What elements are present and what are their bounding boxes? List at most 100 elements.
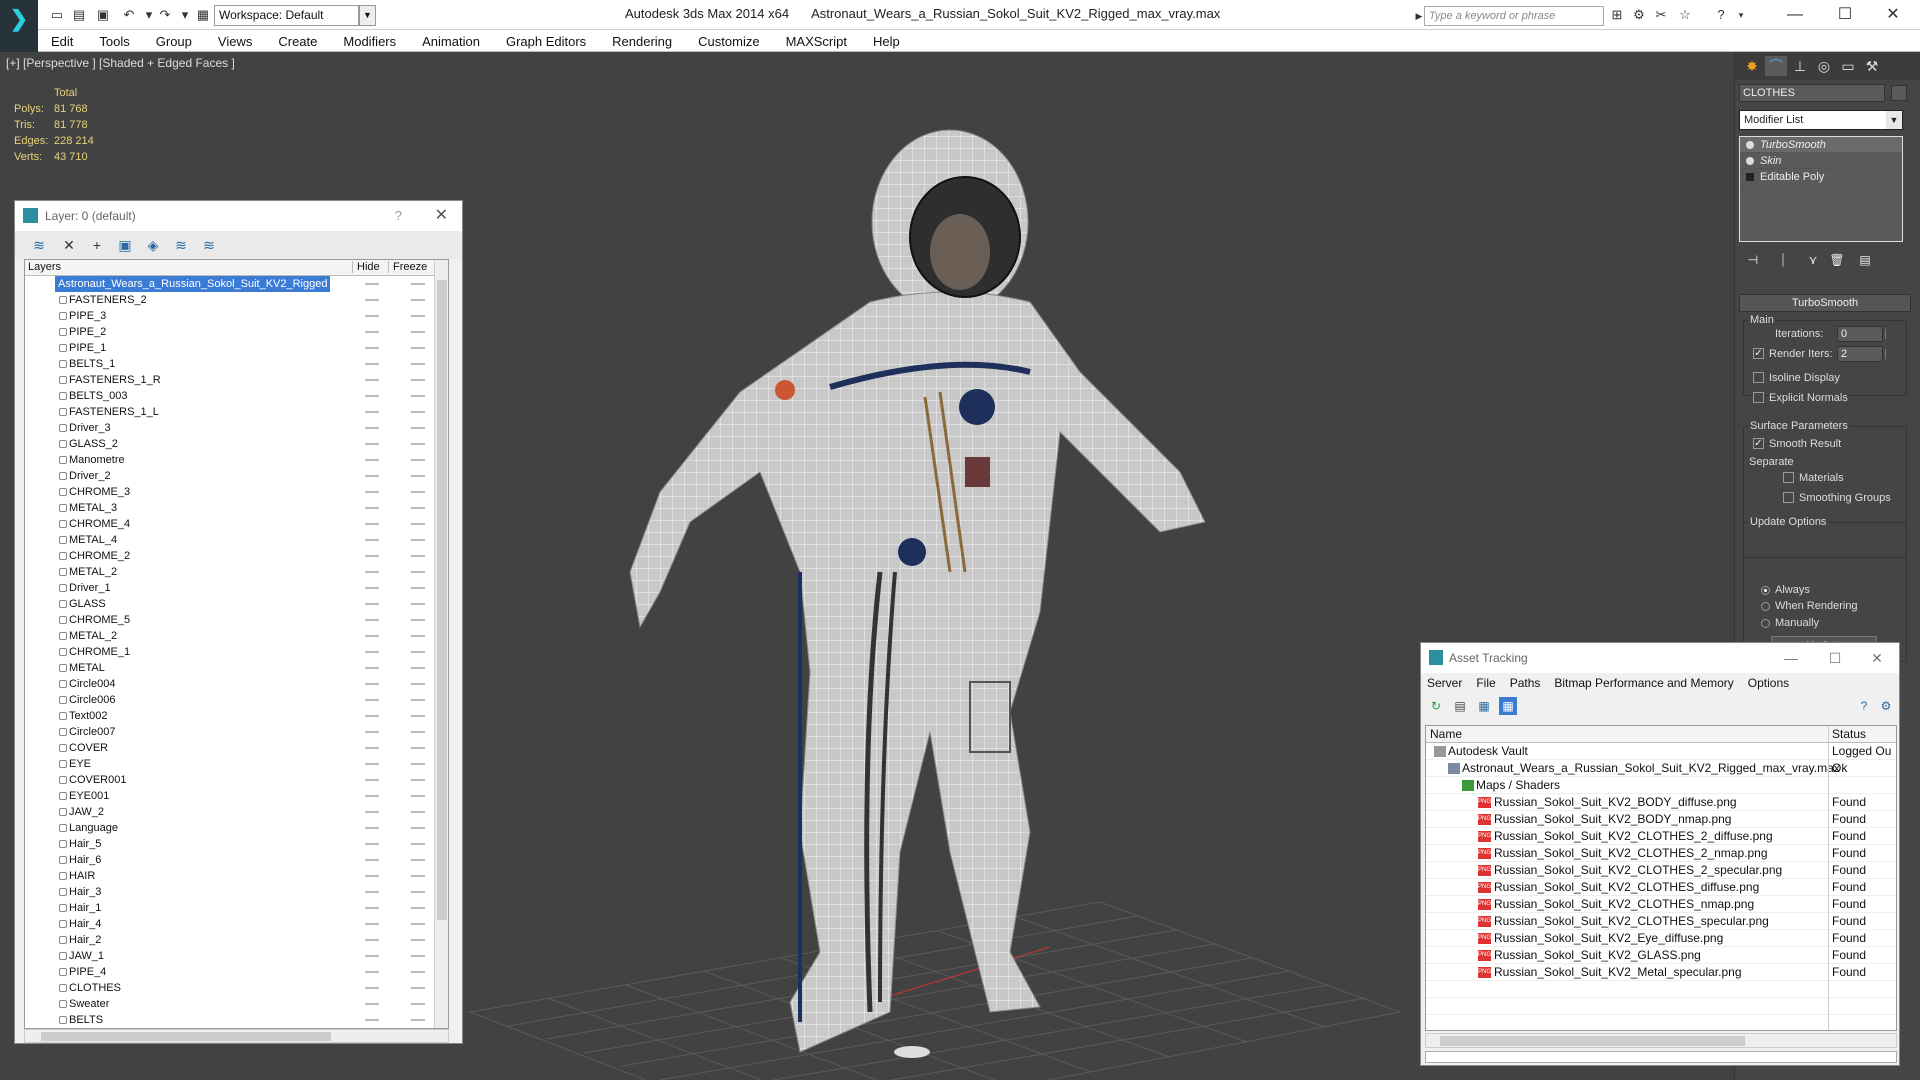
render-iters-spinner[interactable]: 2 xyxy=(1837,346,1886,362)
col-name[interactable]: Name xyxy=(1430,727,1462,741)
asset-row[interactable]: Maps / Shaders xyxy=(1426,777,1896,794)
freeze-toggle[interactable] xyxy=(411,571,425,573)
layer-row[interactable]: Hair_2 xyxy=(25,932,448,948)
freeze-toggle[interactable] xyxy=(411,539,425,541)
hide-toggle[interactable] xyxy=(365,795,379,797)
close-button[interactable]: ✕ xyxy=(1857,643,1897,673)
create-tab-icon[interactable]: ✸ xyxy=(1741,56,1763,76)
hide-toggle[interactable] xyxy=(365,779,379,781)
freeze-toggle[interactable] xyxy=(411,939,425,941)
freeze-toggle[interactable] xyxy=(411,763,425,765)
asset-horizontal-scrollbar[interactable] xyxy=(1425,1033,1897,1048)
column-divider[interactable] xyxy=(1828,726,1829,1030)
asset-row[interactable]: Autodesk Vault Logged Ou xyxy=(1426,743,1896,760)
modify-tab-icon[interactable]: ⌒ xyxy=(1765,56,1787,76)
layer-row[interactable]: COVER001 xyxy=(25,772,448,788)
menu-edit[interactable]: Edit xyxy=(38,30,86,49)
close-button[interactable]: ✕ xyxy=(1878,4,1908,26)
freeze-toggle[interactable] xyxy=(411,683,425,685)
hide-toggle[interactable] xyxy=(365,635,379,637)
hide-toggle[interactable] xyxy=(365,459,379,461)
layer-row[interactable]: FASTENERS_1_R xyxy=(25,372,448,388)
hide-toggle[interactable] xyxy=(365,939,379,941)
layer-row[interactable]: BELTS_003 xyxy=(25,388,448,404)
layer-row[interactable]: Hair_1 xyxy=(25,900,448,916)
layer-row[interactable]: Manometre xyxy=(25,452,448,468)
hide-toggle[interactable] xyxy=(365,699,379,701)
layer-row[interactable]: EYE xyxy=(25,756,448,772)
workspace-select[interactable]: Workspace: Default ▼ xyxy=(214,5,376,26)
stack-item-skin[interactable]: Skin xyxy=(1740,153,1902,169)
hide-toggle[interactable] xyxy=(365,859,379,861)
always-radio[interactable] xyxy=(1761,586,1770,595)
layer-row[interactable]: PIPE_2 xyxy=(25,324,448,340)
hide-toggle[interactable] xyxy=(365,427,379,429)
menu-rendering[interactable]: Rendering xyxy=(599,30,685,49)
light-bulb-icon[interactable] xyxy=(1746,157,1754,165)
refresh-icon[interactable]: ↻ xyxy=(1427,697,1445,715)
favorites-star-icon[interactable]: ☆ xyxy=(1676,6,1694,24)
hide-toggle[interactable] xyxy=(365,827,379,829)
hide-toggle[interactable] xyxy=(365,619,379,621)
hide-toggle[interactable] xyxy=(365,379,379,381)
freeze-toggle[interactable] xyxy=(411,619,425,621)
chevron-down-icon[interactable]: ▼ xyxy=(359,5,376,26)
freeze-toggle[interactable] xyxy=(411,635,425,637)
thumbnail-view-icon[interactable]: ▦ xyxy=(1475,697,1493,715)
col-status[interactable]: Status xyxy=(1832,727,1866,741)
asset-row[interactable]: PNG Russian_Sokol_Suit_KV2_BODY_diffuse.p… xyxy=(1426,794,1896,811)
hide-toggle[interactable] xyxy=(365,555,379,557)
layer-row[interactable]: CHROME_5 xyxy=(25,612,448,628)
freeze-all-icon[interactable]: ≋ xyxy=(199,235,219,255)
layer-row[interactable]: FASTENERS_1_L xyxy=(25,404,448,420)
freeze-toggle[interactable] xyxy=(411,459,425,461)
display-tab-icon[interactable]: ▭ xyxy=(1837,56,1859,76)
layer-row[interactable]: COVER xyxy=(25,740,448,756)
hide-toggle[interactable] xyxy=(365,411,379,413)
viewport-label[interactable]: [+] [Perspective ] [Shaded + Edged Faces… xyxy=(6,56,235,70)
freeze-toggle[interactable] xyxy=(411,651,425,653)
freeze-toggle[interactable] xyxy=(411,587,425,589)
save-file-icon[interactable]: ▣ xyxy=(94,6,112,24)
isoline-checkbox[interactable] xyxy=(1753,372,1764,383)
layer-row[interactable]: JAW_1 xyxy=(25,948,448,964)
redo-icon[interactable]: ↷ xyxy=(156,6,174,24)
utilities-tab-icon[interactable]: ⚒ xyxy=(1861,56,1883,76)
asset-row[interactable]: PNG Russian_Sokol_Suit_KV2_BODY_nmap.png F… xyxy=(1426,811,1896,828)
hide-toggle[interactable] xyxy=(365,923,379,925)
hide-toggle[interactable] xyxy=(365,971,379,973)
help-dropdown-icon[interactable]: ▾ xyxy=(1732,6,1750,24)
layer-row[interactable]: Hair_4 xyxy=(25,916,448,932)
asset-row[interactable]: PNG Russian_Sokol_Suit_KV2_CLOTHES_2_nmap… xyxy=(1426,845,1896,862)
new-file-icon[interactable]: ▭ xyxy=(48,6,66,24)
freeze-toggle[interactable] xyxy=(411,955,425,957)
subscription-icon[interactable]: ⚙ xyxy=(1630,6,1648,24)
iterations-spinner[interactable]: 0 xyxy=(1837,326,1886,342)
menu-paths[interactable]: Paths xyxy=(1510,676,1541,690)
layer-row[interactable]: CHROME_4 xyxy=(25,516,448,532)
freeze-toggle[interactable] xyxy=(411,907,425,909)
hide-toggle[interactable] xyxy=(365,475,379,477)
hide-toggle[interactable] xyxy=(365,395,379,397)
asset-row[interactable]: PNG Russian_Sokol_Suit_KV2_CLOTHES_diffus… xyxy=(1426,879,1896,896)
layer-vertical-scrollbar[interactable] xyxy=(434,260,448,1028)
hide-toggle[interactable] xyxy=(365,1019,379,1021)
freeze-toggle[interactable] xyxy=(411,1003,425,1005)
freeze-toggle[interactable] xyxy=(411,363,425,365)
freeze-toggle[interactable] xyxy=(411,971,425,973)
hide-toggle[interactable] xyxy=(365,587,379,589)
freeze-toggle[interactable] xyxy=(411,667,425,669)
show-end-result-icon[interactable]: ⏐ xyxy=(1773,250,1793,270)
asset-row[interactable]: PNG Russian_Sokol_Suit_KV2_Metal_specular… xyxy=(1426,964,1896,981)
layer-dialog-titlebar[interactable]: Layer: 0 (default) ? ✕ xyxy=(15,201,462,231)
freeze-toggle[interactable] xyxy=(411,395,425,397)
menu-file[interactable]: File xyxy=(1476,676,1495,690)
turbosmooth-rollout-header[interactable]: TurboSmooth xyxy=(1739,294,1911,312)
hide-toggle[interactable] xyxy=(365,747,379,749)
app-logo-icon[interactable]: ❯ xyxy=(0,0,38,52)
layer-row[interactable]: Text002 xyxy=(25,708,448,724)
layer-row[interactable]: HAIR xyxy=(25,868,448,884)
hide-toggle[interactable] xyxy=(365,731,379,733)
hide-toggle[interactable] xyxy=(365,651,379,653)
layer-row[interactable]: GLASS_2 xyxy=(25,436,448,452)
